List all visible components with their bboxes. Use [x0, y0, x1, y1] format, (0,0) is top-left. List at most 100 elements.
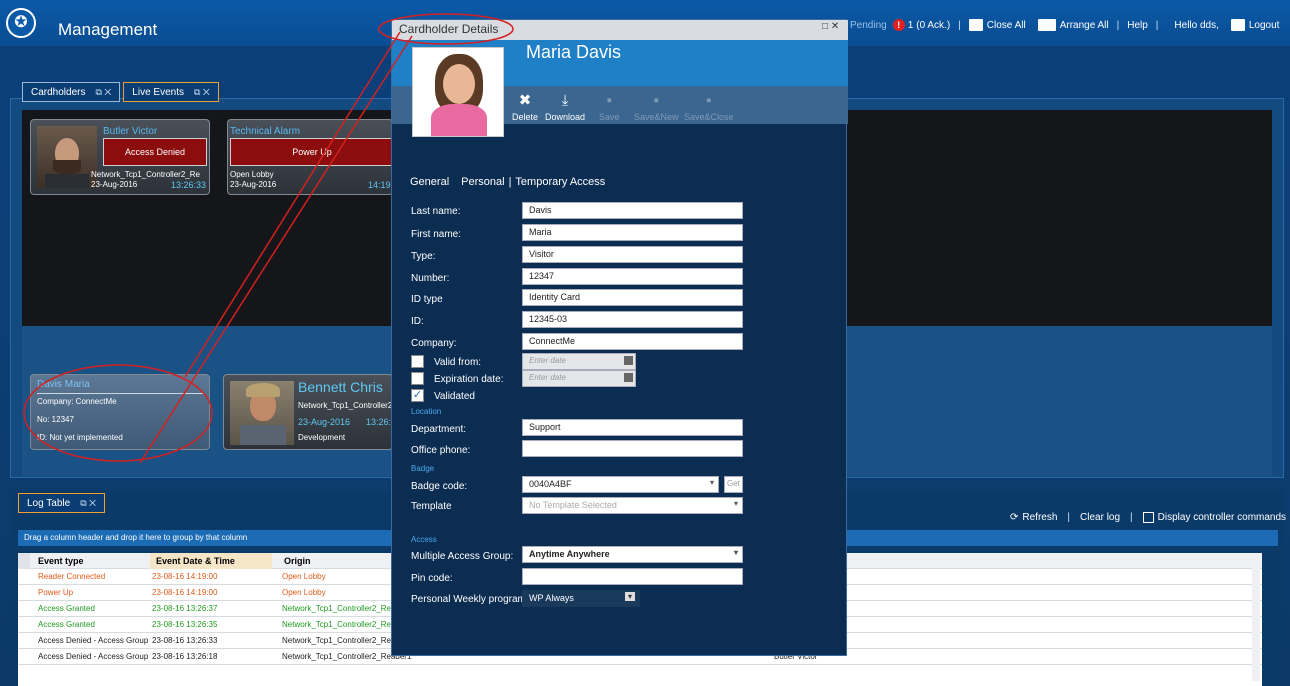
- save-new-button[interactable]: ▪ Save&New: [634, 92, 679, 122]
- pending-label: Pending: [850, 19, 887, 31]
- event-date: 23-Aug-2016: [91, 180, 138, 189]
- tab-log-table[interactable]: Log Table ⧉ ✕: [18, 493, 105, 513]
- department-label: Department:: [411, 424, 467, 435]
- tab-float-close-icon[interactable]: ⧉ ✕: [194, 87, 210, 98]
- expiration-label: Expiration date:: [434, 374, 504, 385]
- expiration-field[interactable]: Enter date: [522, 370, 636, 387]
- tab-float-close-icon[interactable]: ⧉ ✕: [80, 498, 96, 509]
- event-origin: Network_Tcp1_Controller2_: [298, 401, 393, 410]
- app-window: ✪ Management Pending ! 1 (0 Ack.) | Clos…: [0, 0, 1290, 686]
- dialog-titlebar[interactable]: Cardholder Details: [392, 20, 848, 40]
- upper-tab-strip: Cardholders ⧉ ✕ Live Events ⧉ ✕: [22, 82, 219, 102]
- save-close-button[interactable]: ▪ Save&Close: [684, 92, 734, 122]
- cell-origin: Network_Tcp1_Controller2_Rea: [282, 604, 396, 613]
- delete-button[interactable]: ✖ Delete: [512, 92, 538, 122]
- cell-event-time: 23-08-16 14:19:00: [152, 572, 218, 581]
- checkbox-icon: [1142, 512, 1154, 523]
- event-title: Butler Victor: [103, 126, 158, 137]
- template-placeholder: No Template Selected: [529, 500, 617, 510]
- multiple-access-select[interactable]: Anytime Anywhere ▾: [522, 546, 743, 563]
- last-name-field[interactable]: Davis: [522, 202, 743, 219]
- event-card[interactable]: Butler Victor Access Denied Network_Tcp1…: [30, 119, 210, 195]
- cardholder-company: Company: ConnectMe: [37, 397, 117, 406]
- event-time: 13:26:33: [171, 180, 207, 190]
- tab-temporary-access[interactable]: Temporary Access: [515, 176, 605, 188]
- event-origin: Open Lobby: [230, 170, 274, 179]
- dialog-window-buttons[interactable]: □ ✕: [822, 21, 839, 32]
- close-all-label: Close All: [986, 19, 1026, 31]
- divider: |: [958, 19, 961, 31]
- alert-icon[interactable]: !: [892, 19, 905, 31]
- save-label: Save: [599, 112, 620, 122]
- save-close-icon: ▪: [706, 92, 712, 109]
- expiration-checkbox[interactable]: [411, 372, 424, 385]
- tab-cardholders[interactable]: Cardholders ⧉ ✕: [22, 82, 121, 102]
- tab-live-events[interactable]: Live Events ⧉ ✕: [123, 82, 219, 102]
- chevron-down-icon[interactable]: ▾: [625, 592, 635, 601]
- department-field[interactable]: Support: [522, 419, 743, 436]
- pin-code-field[interactable]: [522, 568, 743, 585]
- id-field[interactable]: 12345-03: [522, 311, 743, 328]
- scrollbar[interactable]: [1252, 557, 1260, 681]
- tab-general[interactable]: General: [410, 176, 449, 188]
- id-type-field[interactable]: Identity Card: [522, 289, 743, 306]
- valid-from-checkbox[interactable]: [411, 355, 424, 368]
- alert-count[interactable]: 1: [908, 20, 914, 31]
- logout-icon: [1230, 19, 1245, 31]
- cell-event-type: Power Up: [38, 588, 74, 597]
- cell-event-type: Access Granted: [38, 620, 95, 629]
- section-badge: Badge: [411, 464, 435, 473]
- refresh-label: Refresh: [1022, 512, 1058, 523]
- close-all-button[interactable]: Close All: [968, 19, 1026, 31]
- save-new-label: Save&New: [634, 112, 679, 122]
- weekly-program-select[interactable]: WP Always ▾: [522, 590, 640, 607]
- date-placeholder: Enter date: [529, 373, 566, 382]
- first-name-label: First name:: [411, 229, 462, 240]
- event-status: Access Denied: [103, 138, 207, 166]
- tab-personal[interactable]: Personal: [461, 176, 504, 188]
- column-event-type[interactable]: Event type: [38, 553, 84, 569]
- compass-icon[interactable]: ✪: [6, 8, 36, 38]
- ack-count[interactable]: (0 Ack.): [916, 20, 950, 31]
- event-date: 23-Aug-2016: [298, 417, 351, 427]
- event-status: Power Up: [230, 138, 392, 166]
- company-field[interactable]: ConnectMe: [522, 333, 743, 350]
- office-phone-field[interactable]: [522, 440, 743, 457]
- logout-button[interactable]: Logout: [1230, 19, 1279, 31]
- chevron-down-icon[interactable]: ▾: [734, 499, 738, 508]
- tab-float-close-icon[interactable]: ⧉ ✕: [95, 87, 111, 98]
- badge-code-field[interactable]: 0040A4BF ▾: [522, 476, 719, 493]
- cardholder-card[interactable]: Davis Maria Company: ConnectMe No: 12347…: [30, 374, 210, 450]
- refresh-button[interactable]: ⟳ Refresh: [1010, 512, 1057, 523]
- help-link[interactable]: Help: [1127, 20, 1148, 31]
- validated-checkbox[interactable]: ✓: [411, 389, 424, 402]
- badge-code-value: 0040A4BF: [529, 479, 572, 489]
- first-name-field[interactable]: Maria: [522, 224, 743, 241]
- cell-event-type: Access Granted: [38, 604, 95, 613]
- cardholder-photo[interactable]: [412, 47, 504, 137]
- cell-event-time: 23-08-16 13:26:18: [152, 652, 218, 661]
- column-origin[interactable]: Origin: [284, 553, 311, 569]
- event-card[interactable]: Technical Alarm Power Up Open Lobby 23-A…: [227, 119, 393, 195]
- app-title: Management: [58, 20, 158, 39]
- valid-from-field[interactable]: Enter date: [522, 353, 636, 370]
- download-button[interactable]: ⤓ Download: [545, 92, 585, 122]
- number-field[interactable]: 12347: [522, 268, 743, 285]
- save-button[interactable]: ▪ Save: [599, 92, 620, 122]
- chevron-down-icon[interactable]: ▾: [734, 548, 738, 557]
- calendar-icon[interactable]: [624, 356, 633, 365]
- get-button[interactable]: Get: [724, 476, 743, 493]
- arrange-all-button[interactable]: Arrange All: [1037, 19, 1109, 31]
- display-commands-checkbox[interactable]: Display controller commands: [1142, 512, 1286, 523]
- cardholder-card-name: Bennett Chris: [298, 379, 383, 395]
- calendar-icon[interactable]: [624, 373, 633, 382]
- cardholder-card[interactable]: Bennett Chris Network_Tcp1_Controller2_ …: [223, 374, 393, 450]
- chevron-down-icon[interactable]: ▾: [710, 478, 714, 487]
- type-field[interactable]: Visitor: [522, 246, 743, 263]
- column-event-date[interactable]: Event Date & Time: [150, 553, 272, 569]
- clear-log-button[interactable]: Clear log: [1080, 512, 1120, 523]
- arrange-icon: [1037, 19, 1056, 31]
- save-new-icon: ▪: [653, 92, 659, 109]
- download-icon: ⤓: [561, 92, 569, 109]
- template-select[interactable]: No Template Selected ▾: [522, 497, 743, 514]
